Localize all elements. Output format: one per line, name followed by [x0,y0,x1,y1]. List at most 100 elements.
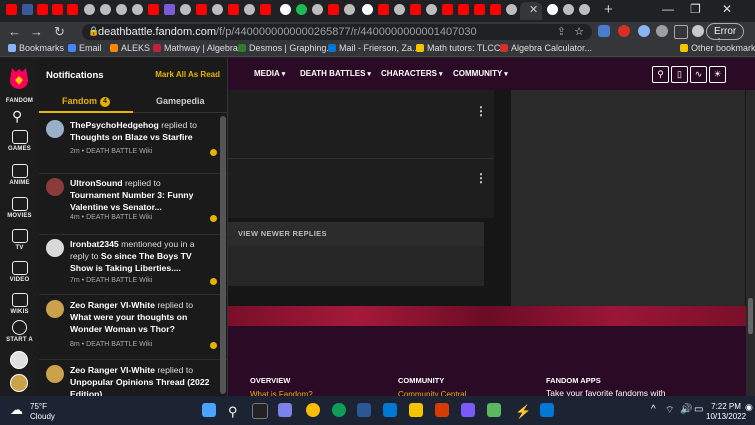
tab-gamepedia[interactable]: Gamepedia [156,96,205,106]
edge-icon[interactable] [332,403,346,417]
nav-characters[interactable]: CHARACTERS [381,69,442,78]
file-explorer-icon[interactable] [409,403,423,417]
google-tab-icon[interactable] [547,4,558,15]
bookmark-item[interactable]: Email [68,43,102,53]
new-tab-icon[interactable]: + [604,1,613,18]
fandom-tab-icon[interactable] [563,4,574,15]
outlook-icon[interactable] [383,403,397,417]
fandom-tab-icon[interactable] [394,4,405,15]
extension-icon[interactable] [598,25,610,37]
notification-item[interactable]: ThePsychoHedgehog replied to Thoughts on… [39,115,227,174]
start-icon[interactable] [202,403,216,417]
rail-fandom[interactable]: FANDOM [0,96,39,104]
more-options-icon[interactable]: ⋮ [475,104,487,118]
youtube-tab-icon[interactable] [196,4,207,15]
theme-toggle-icon[interactable]: ☀ [709,66,726,83]
notification-item[interactable]: Ironbat2345 mentioned you in a reply to … [39,234,227,295]
search-icon[interactable]: ⚲ [12,108,22,125]
app-tab-icon[interactable] [296,4,307,15]
rail-wikis[interactable]: WIKIS [0,293,39,315]
fandom-tab-icon[interactable] [132,4,143,15]
youtube-tab-icon[interactable] [490,4,501,15]
extension-icon[interactable] [638,25,650,37]
notification-item[interactable]: Zeo Ranger VI-White replied to Unpopular… [39,360,227,396]
google-tab-icon[interactable] [362,4,373,15]
other-bookmarks[interactable]: Other bookmarks [680,43,755,53]
puzzle-icon[interactable] [656,25,668,37]
reload-icon[interactable]: ↻ [54,24,65,40]
notification-item[interactable]: UltronSound replied to Tournament Number… [39,173,227,235]
notifications-scrollbar[interactable] [220,116,226,394]
facebook-tab-icon[interactable] [22,4,33,15]
side-panel-icon[interactable] [674,25,688,39]
app-icon[interactable] [487,403,501,417]
error-button[interactable]: Error ⋮ [706,23,744,48]
youtube-tab-icon[interactable] [67,4,78,15]
rail-games[interactable]: GAMES [0,130,39,152]
url-text[interactable]: deathbattle.fandom.com/f/p/4400000000000… [98,26,477,38]
teams-icon[interactable] [278,403,292,417]
youtube-tab-icon[interactable] [228,4,239,15]
fandom-tab-icon[interactable] [180,4,191,15]
system-clock[interactable]: 7:22 PM 10/13/2022 [706,402,746,422]
fandom-tab-icon[interactable] [84,4,95,15]
rail-start-a-wiki[interactable]: START A [0,320,39,343]
minimize-icon[interactable]: — [662,2,674,16]
share-icon[interactable]: ⇪ [557,25,566,38]
tab-fandom[interactable]: Fandom 4 [62,96,110,107]
youtube-tab-icon[interactable] [458,4,469,15]
bookmark-item[interactable]: Bookmarks [8,43,64,53]
nav-community[interactable]: COMMUNITY [453,69,508,78]
youtube-tab-icon[interactable] [442,4,453,15]
notification-center-icon[interactable]: ◉ [745,402,753,413]
fandom-tab-icon[interactable] [344,4,355,15]
fandom-tab-icon[interactable] [244,4,255,15]
fandom-tab-icon[interactable] [579,4,590,15]
search-icon[interactable]: ⚲ [228,404,238,420]
notification-item[interactable]: Zeo Ranger VI-White replied to What were… [39,295,227,360]
bookmark-item[interactable]: Algebra Calculator... [500,43,592,53]
rail-anime[interactable]: ANIME [0,164,39,186]
word-icon[interactable] [357,403,371,417]
youtube-tab-icon[interactable] [474,4,485,15]
youtube-tab-icon[interactable] [6,4,17,15]
more-options-icon[interactable]: ⋮ [475,171,487,185]
activity-icon[interactable]: ∿ [690,66,707,83]
star-icon[interactable]: ☆ [574,25,584,38]
bookmark-item[interactable]: Math tutors: TLCC... [416,43,508,53]
bookmark-item[interactable]: ALEKS [110,43,150,53]
nav-death-battles[interactable]: DEATH BATTLES [300,69,371,78]
youtube-tab-icon[interactable] [378,4,389,15]
tray-overflow-icon[interactable]: ^ [651,404,656,415]
youtube-tab-icon[interactable] [260,4,271,15]
app-icon[interactable] [540,403,554,417]
fandom-tab-icon[interactable] [100,4,111,15]
page-scrollbar-thumb[interactable] [748,298,753,334]
wifi-icon[interactable]: ⌔ [665,404,674,417]
reply-input-area[interactable] [228,246,484,286]
back-icon[interactable]: ← [8,24,21,39]
youtube-tab-icon[interactable] [148,4,159,15]
task-view-icon[interactable] [252,403,268,419]
fandom-logo-icon[interactable] [8,66,30,90]
nav-media[interactable]: MEDIA [254,69,285,78]
view-newer-replies-button[interactable]: VIEW NEWER REPLIES [228,222,484,246]
profile-avatar[interactable] [692,25,704,37]
fandom-tab-icon[interactable] [212,4,223,15]
weather-widget[interactable]: 75°F Cloudy [30,402,55,422]
rail-movies[interactable]: MOVIES [0,197,39,219]
address-bar[interactable]: 🔒 deathbattle.fandom.com/f/p/44000000000… [82,24,592,40]
maximize-icon[interactable]: ❐ [690,2,701,16]
close-window-icon[interactable]: ✕ [722,2,732,16]
adblock-icon[interactable] [618,25,630,37]
close-tab-icon[interactable]: ✕ [529,3,538,16]
rail-video[interactable]: VIDEO [0,261,39,283]
google-tab-icon[interactable] [280,4,291,15]
weather-icon[interactable]: ☁ [10,402,23,418]
bookmark-item[interactable]: Desmos | Graphing... [238,43,334,53]
youtube-tab-icon[interactable] [37,4,48,15]
volume-icon[interactable]: 🔊 [680,404,692,415]
chrome-icon[interactable] [306,403,320,417]
user-avatar[interactable] [10,374,28,392]
app-icon[interactable] [461,403,475,417]
